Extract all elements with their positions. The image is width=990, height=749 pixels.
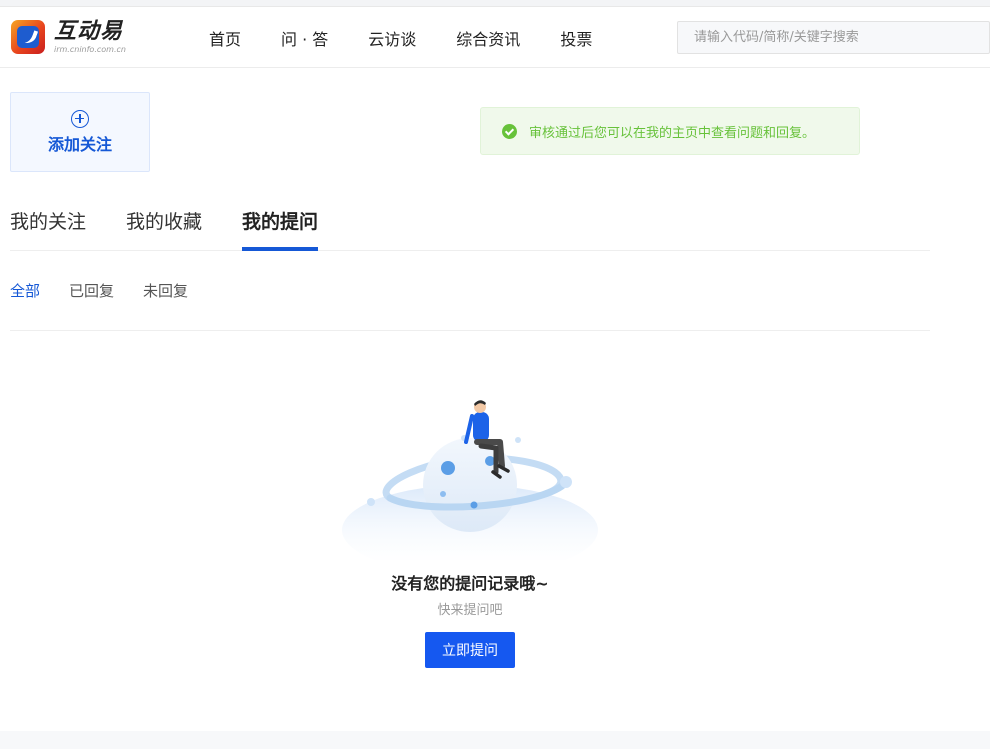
check-circle-icon: [502, 123, 517, 139]
nav-item-qa[interactable]: 问 · 答: [281, 26, 328, 50]
logo[interactable]: 互动易 irm.cninfo.com.cn: [11, 20, 126, 56]
logo-icon: [11, 20, 45, 54]
ask-question-button[interactable]: 立即提问: [425, 632, 515, 668]
logo-title: 互动易: [54, 19, 124, 44]
filter-tabs: 全部 已回复 未回复: [10, 251, 930, 331]
top-strip: [0, 0, 990, 7]
search-input[interactable]: [678, 22, 989, 53]
main-tabs: 我的关注 我的收藏 我的提问: [10, 195, 930, 251]
empty-subtitle: 快来提问吧: [437, 603, 503, 618]
notice-text: 审核通过后您可以在我的主页中查看问题和回复。: [529, 125, 816, 141]
filter-unreplied[interactable]: 未回复: [143, 280, 188, 301]
main-nav: 首页 问 · 答 云访谈 综合资讯 投票: [209, 7, 632, 68]
empty-state: 没有您的提问记录哦~ 快来提问吧 立即提问: [340, 380, 600, 680]
header: 互动易 irm.cninfo.com.cn 首页 问 · 答 云访谈 综合资讯 …: [0, 7, 990, 68]
plus-circle-icon: [71, 109, 89, 128]
empty-title: 没有您的提问记录哦~: [391, 574, 549, 593]
tab-my-questions[interactable]: 我的提问: [242, 195, 319, 251]
search-box: [677, 21, 990, 54]
add-follow-label: 添加关注: [47, 134, 112, 154]
filter-replied[interactable]: 已回复: [69, 280, 114, 301]
footer-strip: [0, 731, 990, 749]
logo-url: irm.cninfo.com.cn: [54, 45, 126, 54]
tab-my-follows[interactable]: 我的关注: [10, 195, 86, 251]
success-notice: 审核通过后您可以在我的主页中查看问题和回复。: [480, 107, 860, 155]
add-follow-button[interactable]: 添加关注: [10, 92, 150, 172]
filter-all[interactable]: 全部: [10, 280, 40, 301]
nav-item-cloud-interview[interactable]: 云访谈: [368, 26, 416, 50]
empty-planet-illustration: [342, 400, 598, 560]
tab-my-favorites[interactable]: 我的收藏: [126, 195, 202, 251]
nav-item-vote[interactable]: 投票: [560, 26, 592, 50]
nav-item-news[interactable]: 综合资讯: [456, 26, 520, 50]
nav-item-home[interactable]: 首页: [209, 26, 241, 50]
